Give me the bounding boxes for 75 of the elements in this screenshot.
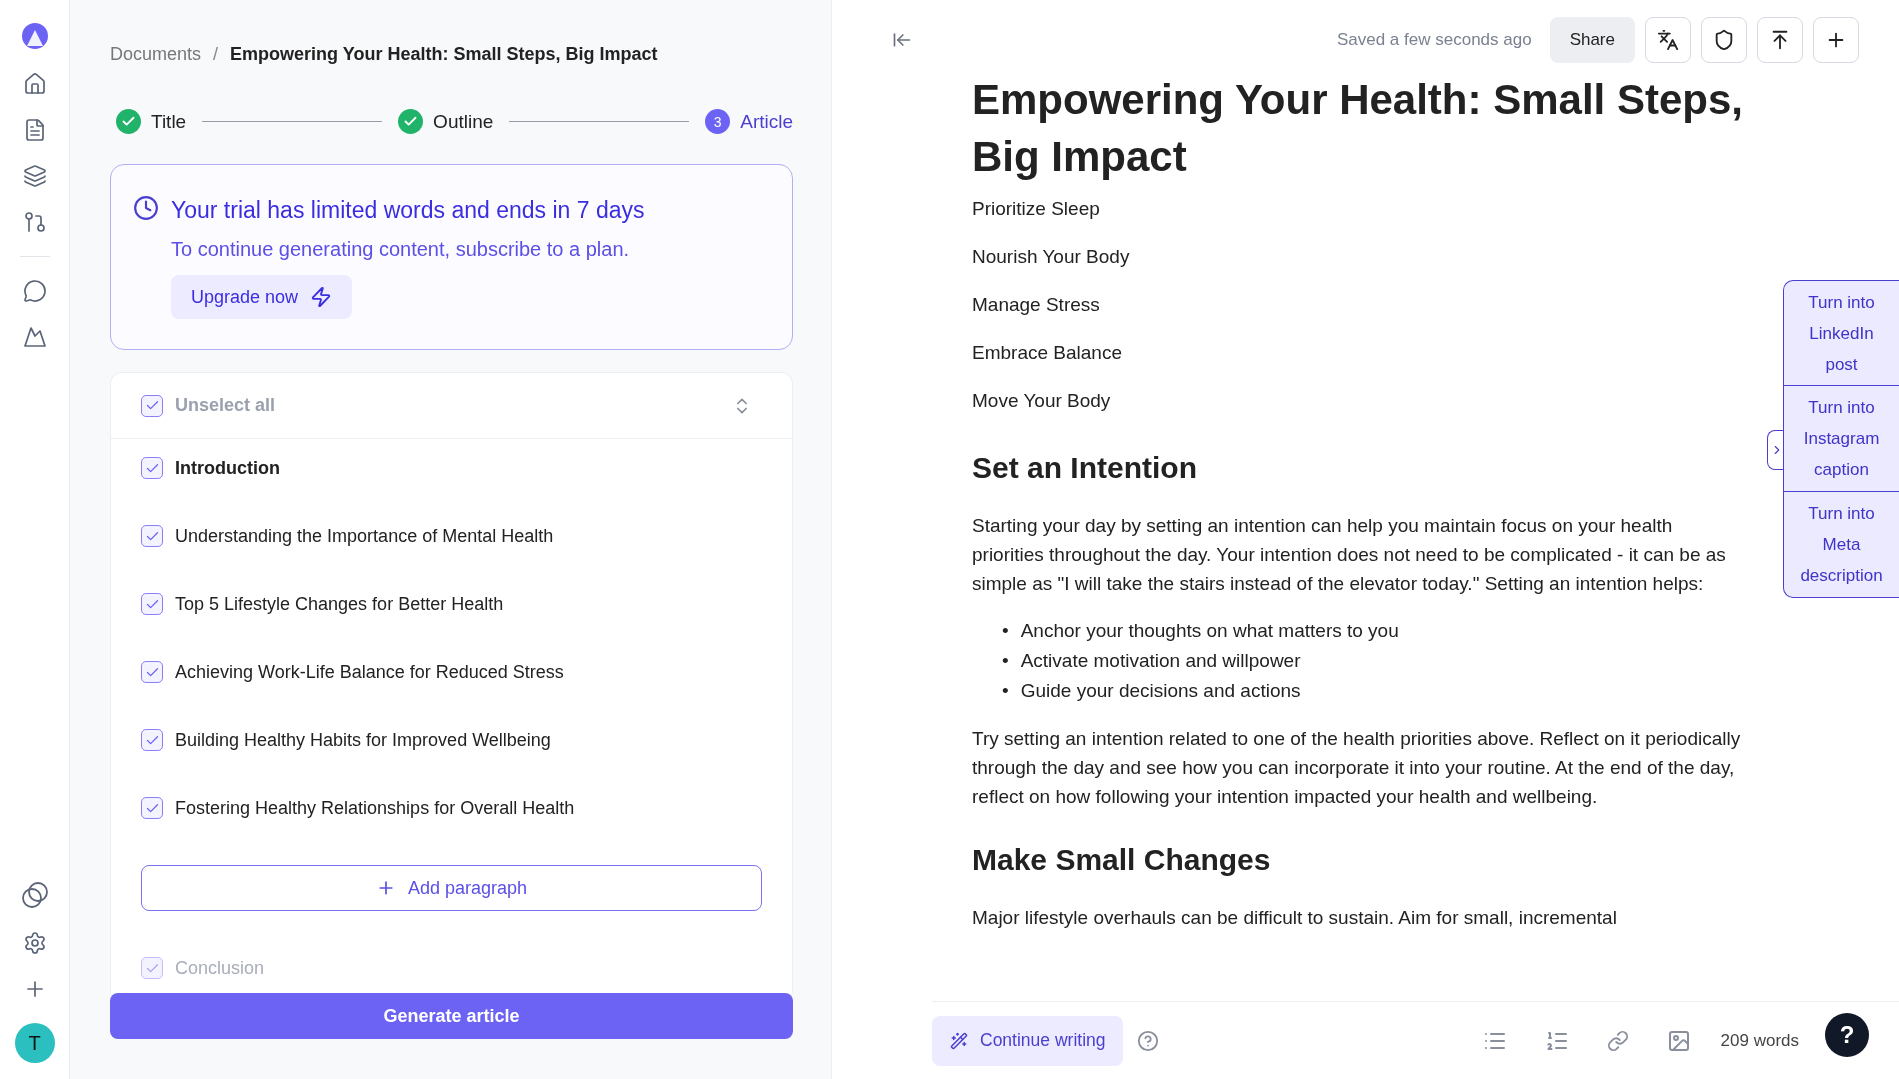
translate-button[interactable] [1645,17,1691,63]
section-heading: Make Small Changes [972,843,1272,878]
outline-line: Manage Stress [972,293,1101,318]
home-icon[interactable] [22,72,47,96]
trial-title: Your trial has limited words and ends in 7 days [171,197,645,224]
breadcrumb-current: Empowering Your Health: Small Steps, Big Impact [230,44,658,65]
outline-line: Embrace Balance [972,341,1123,366]
action-button[interactable]: Turn into Meta description [1783,490,1899,598]
step-tab[interactable]: Title [151,110,187,133]
continue-writing-button[interactable]: Continue writing [932,1015,1124,1066]
translate-icon [1657,29,1679,51]
step-tab[interactable]: Outline [433,110,494,133]
lightning-icon [310,286,333,308]
mountain-icon[interactable] [22,325,47,349]
shield-icon [1713,29,1735,51]
outline-item: Achieving Work-Life Balance for Reduced Stress [175,661,564,683]
step-tab[interactable]: Article [740,110,793,133]
chat-icon[interactable] [22,279,47,303]
section-label: Introduction [175,457,280,479]
bullet-marker: • [1002,619,1009,644]
bullet-marker: • [1002,649,1009,674]
user-avatar[interactable]: T [14,1023,55,1063]
outline-line: Move Your Body [972,389,1112,414]
collapse-icon[interactable] [892,30,912,50]
step-number: 3 [705,109,731,134]
breadcrumb-separator: / [213,44,219,65]
settings-icon[interactable] [22,931,47,955]
outline-line: Prioritize Sleep [972,197,1101,222]
save-status: Saved a few seconds ago [1336,30,1532,50]
magic-wand-icon [950,1031,968,1050]
circles-icon[interactable] [20,881,49,909]
outline-item: Building Healthy Habits for Improved Wellbeing [175,729,551,751]
logo-icon[interactable] [20,22,49,50]
branch-icon[interactable] [22,210,47,234]
help-button[interactable]: ? [1825,1013,1869,1057]
bullet-marker: • [1002,679,1009,704]
add-button[interactable] [1813,17,1859,63]
clock-icon [133,195,159,221]
action-button[interactable]: Turn into Instagram caption [1783,385,1899,492]
bullet-item: Activate motivation and willpower [1020,649,1301,674]
image-icon[interactable] [1666,1028,1691,1053]
trial-text: To continue generating content, subscribe to a plan. [171,238,631,261]
outline-item: Fostering Healthy Relationships for Overall Health [175,797,575,819]
word-count: 209 words [1720,1030,1799,1051]
upload-button[interactable] [1757,17,1803,63]
checkbox[interactable] [141,957,163,979]
paragraph: Try setting an intention related to one of the health priorities above. Reflect on it periodically through the day and see how you can incorporate it into your routine. At the end of the day, reflect on how following your intention impacted your health and wellbeing. [972,727,1742,810]
checkbox[interactable] [141,525,163,547]
upgrade-button[interactable]: Upgrade now [171,275,353,319]
generate-button[interactable]: Generate article [110,993,793,1039]
layers-icon[interactable] [22,164,47,188]
shield-button[interactable] [1701,17,1747,63]
link-icon[interactable] [1606,1029,1629,1052]
outline-line: Nourish Your Body [972,245,1131,270]
outline-item: Top 5 Lifestyle Changes for Better Health [175,593,504,615]
document-title: Empowering Your Health: Small Steps, Big Impact [972,75,1744,182]
select-all-label: Unselect all [175,395,276,416]
section-heading: Set an Intention [972,451,1198,486]
checkbox[interactable] [141,457,163,479]
paragraph: Major lifestyle overhauls can be difficult to sustain. Aim for small, incremental [972,906,1618,931]
outline-item: Understanding the Importance of Mental Health [175,525,554,547]
share-button[interactable]: Share [1549,17,1635,63]
checkbox[interactable] [141,797,163,819]
add-paragraph-button[interactable]: Add paragraph [141,865,762,911]
checkbox[interactable] [141,593,163,615]
outline-item: Conclusion [175,957,265,979]
checkbox[interactable] [141,661,163,683]
help-icon[interactable] [1137,1029,1160,1052]
checkbox[interactable] [141,394,163,417]
action-button[interactable]: Turn into LinkedIn post [1783,279,1899,387]
checkbox[interactable] [141,729,163,751]
paragraph: Starting your day by setting an intention can help you maintain focus on your health priorities throughout the day. Your intention does not need to be complicated - it can be as simple as "I will take the stairs instead of the elevator today." Setting an intention helps: [972,514,1727,597]
bullet-item: Guide your decisions and actions [1020,679,1301,704]
breadcrumb-link[interactable]: Documents [110,44,202,65]
bullet-item: Anchor your thoughts on what matters to you [1020,619,1399,644]
